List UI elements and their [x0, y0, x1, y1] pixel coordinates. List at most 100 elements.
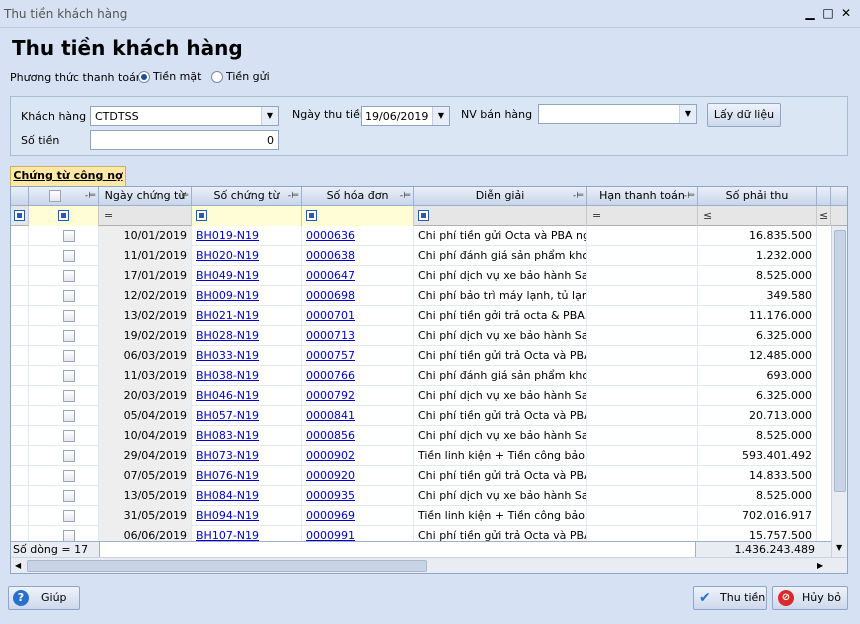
scroll-thumb[interactable]: [27, 560, 427, 572]
close-icon[interactable]: ✕: [838, 5, 854, 21]
table-row[interactable]: 06/03/2019 BH033-N19 0000757 Chi phí tiền g…: [11, 346, 817, 366]
invoice-number-link[interactable]: 0000701: [302, 306, 414, 326]
chevron-down-icon[interactable]: ▼: [679, 105, 696, 123]
invoice-number-link[interactable]: 0000757: [302, 346, 414, 366]
invoice-number-link[interactable]: 0000935: [302, 486, 414, 506]
invoice-number-link[interactable]: 0000792: [302, 386, 414, 406]
radio-deposit-label[interactable]: Tiền gửi: [226, 70, 270, 83]
row-checkbox[interactable]: [63, 250, 75, 262]
col-header-invoice-no[interactable]: Số hóa đơn -⊨: [302, 187, 414, 206]
chevron-down-icon[interactable]: ▼: [432, 107, 449, 125]
doc-number-link[interactable]: BH049-N19: [192, 266, 302, 286]
doc-number-link[interactable]: BH009-N19: [192, 286, 302, 306]
table-row[interactable]: 29/04/2019 BH073-N19 0000902 Tiền linh kiện…: [11, 446, 817, 466]
doc-number-link[interactable]: BH019-N19: [192, 226, 302, 246]
table-row[interactable]: 07/05/2019 BH076-N19 0000920 Chi phí tiền g…: [11, 466, 817, 486]
table-row[interactable]: 17/01/2019 BH049-N19 0000647 Chi phí dịch v…: [11, 266, 817, 286]
table-row[interactable]: 12/02/2019 BH009-N19 0000698 Chi phí bảo tr…: [11, 286, 817, 306]
row-checkbox[interactable]: [63, 370, 75, 382]
radio-deposit[interactable]: [211, 71, 223, 83]
pin-icon[interactable]: -⊨: [684, 187, 695, 205]
doc-number-link[interactable]: BH046-N19: [192, 386, 302, 406]
pin-icon[interactable]: -⊨: [178, 187, 189, 205]
maximize-icon[interactable]: □: [820, 5, 836, 21]
doc-number-link[interactable]: BH020-N19: [192, 246, 302, 266]
invoice-number-link[interactable]: 0000636: [302, 226, 414, 246]
invoice-number-link[interactable]: 0000902: [302, 446, 414, 466]
row-checkbox[interactable]: [63, 350, 75, 362]
col-header-description[interactable]: Diễn giải -⊨: [414, 187, 587, 206]
vertical-scrollbar[interactable]: ▼: [831, 226, 847, 573]
invoice-number-link[interactable]: 0000647: [302, 266, 414, 286]
doc-number-link[interactable]: BH038-N19: [192, 366, 302, 386]
invoice-number-link[interactable]: 0000698: [302, 286, 414, 306]
row-checkbox[interactable]: [63, 430, 75, 442]
table-row[interactable]: 20/03/2019 BH046-N19 0000792 Chi phí dịch v…: [11, 386, 817, 406]
help-button[interactable]: ? Giúp: [8, 586, 80, 610]
doc-number-link[interactable]: BH028-N19: [192, 326, 302, 346]
row-checkbox[interactable]: [63, 490, 75, 502]
horizontal-scrollbar[interactable]: ◀ ▶: [11, 557, 847, 573]
scroll-left-icon[interactable]: ◀: [15, 561, 21, 570]
fetch-data-button[interactable]: Lấy dữ liệu: [707, 103, 781, 127]
table-row[interactable]: 05/04/2019 BH057-N19 0000841 Chi phí tiền g…: [11, 406, 817, 426]
invoice-number-link[interactable]: 0000856: [302, 426, 414, 446]
row-checkbox[interactable]: [63, 230, 75, 242]
tab-debt-documents[interactable]: Chứng từ công nợ: [10, 166, 126, 186]
chevron-down-icon[interactable]: ▼: [261, 107, 278, 125]
table-row[interactable]: 19/02/2019 BH028-N19 0000713 Chi phí dịch v…: [11, 326, 817, 346]
col-header-amount[interactable]: Số phải thu: [698, 187, 817, 206]
table-row[interactable]: 31/05/2019 BH094-N19 0000969 Tiền linh kiện…: [11, 506, 817, 526]
row-checkbox[interactable]: [63, 470, 75, 482]
row-checkbox[interactable]: [63, 310, 75, 322]
col-header-date[interactable]: Ngày chứng từ -⊨: [99, 187, 192, 206]
row-checkbox[interactable]: [63, 270, 75, 282]
doc-number-link[interactable]: BH094-N19: [192, 506, 302, 526]
col-header-doc-no[interactable]: Số chứng từ -⊨: [192, 187, 302, 206]
row-checkbox[interactable]: [63, 450, 75, 462]
pin-icon[interactable]: -⊨: [85, 187, 96, 205]
doc-number-link[interactable]: BH033-N19: [192, 346, 302, 366]
filter-icon[interactable]: [14, 210, 25, 221]
scroll-right-icon[interactable]: ▶: [817, 561, 823, 570]
table-row[interactable]: 11/03/2019 BH038-N19 0000766 Chi phí đánh g…: [11, 366, 817, 386]
filter-icon[interactable]: [306, 210, 317, 221]
minimize-icon[interactable]: ▁: [802, 5, 818, 21]
cancel-button[interactable]: ⊘ Hủy bỏ: [772, 586, 848, 610]
row-checkbox[interactable]: [63, 410, 75, 422]
col-header-due-date[interactable]: Hạn thanh toán -⊨: [587, 187, 698, 206]
invoice-number-link[interactable]: 0000713: [302, 326, 414, 346]
table-row[interactable]: 10/04/2019 BH083-N19 0000856 Chi phí dịch v…: [11, 426, 817, 446]
table-row[interactable]: 13/05/2019 BH084-N19 0000935 Chi phí dịch v…: [11, 486, 817, 506]
doc-number-link[interactable]: BH073-N19: [192, 446, 302, 466]
pin-icon[interactable]: -⊨: [400, 187, 411, 205]
invoice-number-link[interactable]: 0000920: [302, 466, 414, 486]
filter-icon[interactable]: [58, 210, 69, 221]
pin-icon[interactable]: -⊨: [573, 187, 584, 205]
date-picker[interactable]: 19/06/2019 ▼: [361, 106, 450, 126]
amount-input[interactable]: 0: [90, 130, 279, 150]
table-row[interactable]: 11/01/2019 BH020-N19 0000638 Chi phí đánh g…: [11, 246, 817, 266]
customer-select[interactable]: CTDTSS ▼: [90, 106, 279, 126]
collect-button[interactable]: ✔ Thu tiền: [693, 586, 767, 610]
radio-cash-label[interactable]: Tiền mặt: [153, 70, 201, 83]
doc-number-link[interactable]: BH076-N19: [192, 466, 302, 486]
table-row[interactable]: 13/02/2019 BH021-N19 0000701 Chi phí tiền g…: [11, 306, 817, 326]
pin-icon[interactable]: -⊨: [288, 187, 299, 205]
filter-icon[interactable]: [196, 210, 207, 221]
doc-number-link[interactable]: BH057-N19: [192, 406, 302, 426]
doc-number-link[interactable]: BH083-N19: [192, 426, 302, 446]
doc-number-link[interactable]: BH084-N19: [192, 486, 302, 506]
scroll-down-icon[interactable]: ▼: [836, 543, 842, 552]
table-row[interactable]: 10/01/2019 BH019-N19 0000636 Chi phí tiền g…: [11, 226, 817, 246]
row-checkbox[interactable]: [63, 510, 75, 522]
invoice-number-link[interactable]: 0000969: [302, 506, 414, 526]
radio-cash[interactable]: [138, 71, 150, 83]
filter-icon[interactable]: [418, 210, 429, 221]
row-checkbox[interactable]: [63, 330, 75, 342]
invoice-number-link[interactable]: 0000638: [302, 246, 414, 266]
invoice-number-link[interactable]: 0000841: [302, 406, 414, 426]
doc-number-link[interactable]: BH021-N19: [192, 306, 302, 326]
row-checkbox[interactable]: [63, 290, 75, 302]
row-checkbox[interactable]: [63, 390, 75, 402]
